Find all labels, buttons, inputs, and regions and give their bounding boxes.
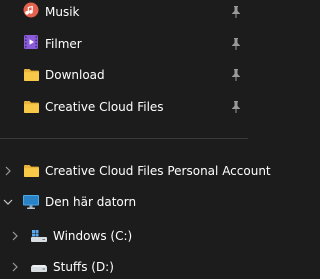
chevron-right-icon[interactable] bbox=[8, 229, 22, 243]
nav-item-label: Musik bbox=[45, 5, 80, 19]
video-icon bbox=[22, 33, 40, 51]
computer-icon bbox=[22, 193, 40, 211]
tree-item-label: Stuffs (D:) bbox=[53, 260, 114, 274]
drive-icon bbox=[30, 258, 48, 276]
nav-item-creative-cloud-files[interactable]: Creative Cloud Files bbox=[0, 95, 248, 119]
nav-item-download[interactable]: Download bbox=[0, 63, 248, 87]
nav-item-label: Creative Cloud Files bbox=[45, 100, 164, 114]
chevron-right-icon[interactable] bbox=[1, 164, 15, 178]
nav-item-musik[interactable]: Musik bbox=[0, 0, 248, 24]
pin-icon[interactable] bbox=[230, 6, 242, 18]
tree-item-label: Creative Cloud Files Personal Account bbox=[45, 164, 271, 178]
section-divider bbox=[0, 138, 248, 139]
pin-icon[interactable] bbox=[230, 101, 242, 113]
tree-item-label: Den här datorn bbox=[45, 195, 137, 209]
pin-icon[interactable] bbox=[230, 69, 242, 81]
music-icon bbox=[22, 1, 40, 19]
tree-item-den-har-datorn[interactable]: Den här datorn bbox=[0, 190, 248, 214]
tree-item-windows-c[interactable]: Windows (C:) bbox=[0, 224, 248, 248]
folder-icon bbox=[22, 98, 40, 116]
windows-drive-icon bbox=[30, 227, 48, 245]
nav-item-label: Download bbox=[45, 68, 105, 82]
pin-icon[interactable] bbox=[230, 38, 242, 50]
tree-item-label: Windows (C:) bbox=[53, 229, 133, 243]
tree-item-stuffs-d[interactable]: Stuffs (D:) bbox=[0, 255, 248, 279]
nav-item-filmer[interactable]: Filmer bbox=[0, 32, 248, 56]
folder-icon bbox=[22, 66, 40, 84]
tree-item-creative-cloud-personal[interactable]: Creative Cloud Files Personal Account bbox=[0, 159, 271, 183]
chevron-down-icon[interactable] bbox=[1, 195, 15, 209]
nav-item-label: Filmer bbox=[45, 37, 82, 51]
chevron-right-icon[interactable] bbox=[8, 260, 22, 274]
folder-icon bbox=[22, 162, 40, 180]
